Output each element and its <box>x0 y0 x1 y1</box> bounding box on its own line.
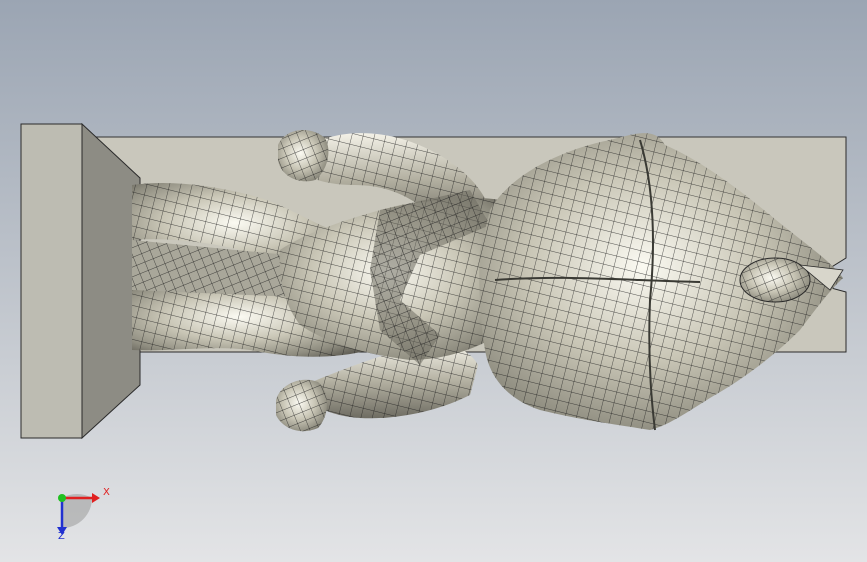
z-axis-label: Z <box>58 531 65 542</box>
x-axis-label: X <box>103 487 110 498</box>
statue-relief-model[interactable] <box>0 0 867 562</box>
statue-lower-arm <box>276 343 478 432</box>
base-block <box>20 122 141 440</box>
y-axis-dot-icon <box>58 494 66 502</box>
graphics-viewport[interactable]: X Z <box>0 0 867 562</box>
orientation-triad: X Z <box>40 478 120 548</box>
x-axis-arrow-icon <box>92 493 100 503</box>
